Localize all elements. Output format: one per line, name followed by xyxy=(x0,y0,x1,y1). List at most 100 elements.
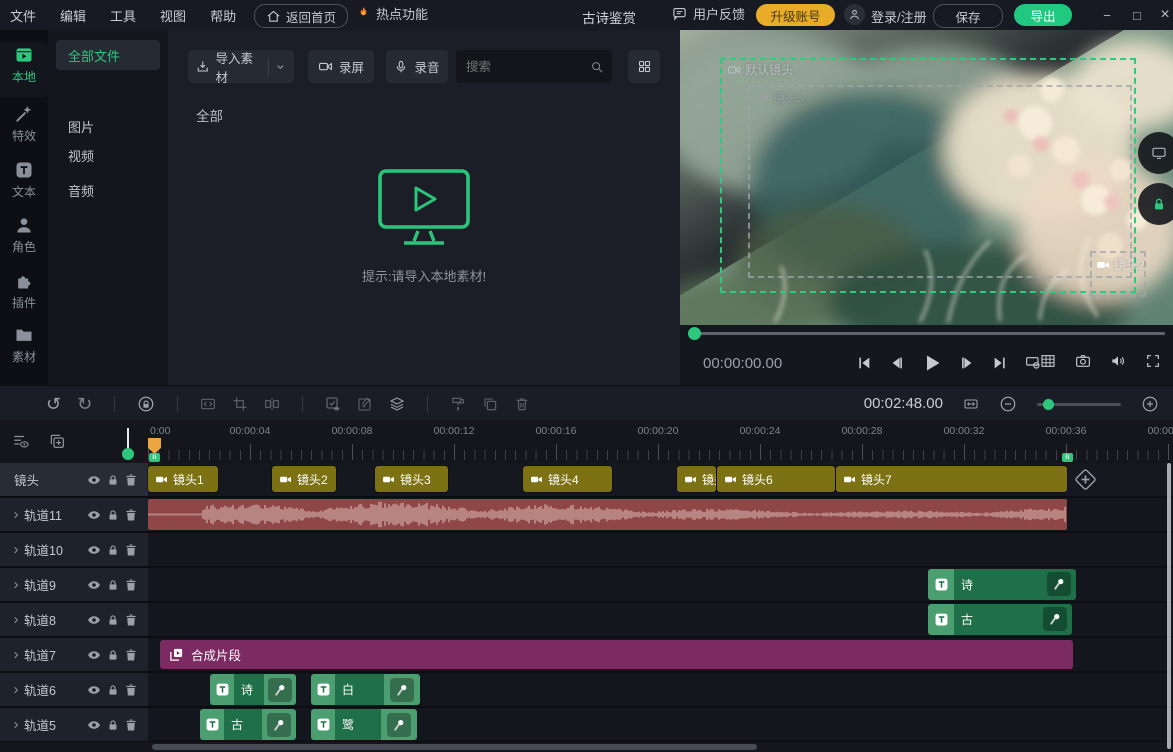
eye-icon[interactable] xyxy=(87,683,101,697)
track-manage-icon[interactable] xyxy=(12,432,30,450)
window-minimize-button[interactable]: − xyxy=(1094,0,1120,30)
text-clip[interactable]: 古 xyxy=(928,604,1072,635)
shot-clip[interactable]: 镜头2 xyxy=(272,466,336,492)
chevron-right-icon[interactable]: › xyxy=(8,716,24,733)
lock-icon[interactable] xyxy=(106,473,120,487)
record-keyframe-icon[interactable] xyxy=(137,395,155,413)
account-avatar[interactable] xyxy=(844,4,865,25)
trash-icon[interactable] xyxy=(124,648,138,662)
timeline-lane[interactable]: 诗 白 xyxy=(148,673,1173,706)
skip-start-icon[interactable] xyxy=(856,355,872,371)
chevron-right-icon[interactable]: › xyxy=(8,646,24,663)
login-register-button[interactable]: 登录/注册 xyxy=(871,7,927,26)
lock-icon[interactable] xyxy=(106,683,120,697)
window-maximize-button[interactable]: □ xyxy=(1124,0,1150,30)
category-images[interactable]: 图片 xyxy=(68,117,94,136)
trash-icon[interactable] xyxy=(124,543,138,557)
track-header-row[interactable]: › 轨道8 xyxy=(0,603,148,636)
playhead-handle[interactable] xyxy=(122,448,134,460)
track-header-row[interactable]: › 轨道9 xyxy=(0,568,148,601)
clip-left-handle[interactable] xyxy=(928,569,954,600)
timeline-lane[interactable]: 古 鹭 xyxy=(148,708,1173,741)
compound-clip[interactable]: 合成片段 xyxy=(160,640,1073,669)
delete-icon[interactable] xyxy=(514,396,530,412)
category-videos[interactable]: 视频 xyxy=(68,146,94,165)
shot5-frame[interactable] xyxy=(748,85,1132,278)
track-header-row[interactable]: › 轨道5 xyxy=(0,708,148,741)
skip-end-icon[interactable] xyxy=(992,355,1008,371)
chevron-right-icon[interactable]: › xyxy=(8,541,24,558)
track-header-row[interactable]: › 轨道6 xyxy=(0,673,148,706)
menu-view[interactable]: 视图 xyxy=(160,6,186,25)
track-header-row[interactable]: 镜头 xyxy=(0,463,148,496)
search-box[interactable] xyxy=(456,50,612,83)
clip-left-handle[interactable] xyxy=(200,709,224,740)
lock-icon[interactable] xyxy=(106,508,120,522)
timeline-ruler[interactable]: 0:00 00:00:04 00:00:08 00:00:12 00:00:16… xyxy=(148,420,1173,463)
fit-timeline-icon[interactable] xyxy=(963,396,979,412)
lock-icon[interactable] xyxy=(106,578,120,592)
export-button[interactable]: 导出 xyxy=(1014,4,1072,26)
import-media-button[interactable]: 导入素材 xyxy=(188,50,294,83)
grid-view-button[interactable] xyxy=(628,50,660,83)
seekbar-track[interactable] xyxy=(697,332,1165,335)
trash-icon[interactable] xyxy=(124,473,138,487)
text-clip[interactable]: 诗 xyxy=(928,569,1076,600)
lock-icon[interactable] xyxy=(106,613,120,627)
clip-right-handle[interactable] xyxy=(384,674,420,705)
shot-clip[interactable]: 镜头1 xyxy=(148,466,218,492)
zoom-out-icon[interactable] xyxy=(999,395,1017,413)
text-clip[interactable]: 诗 xyxy=(210,674,296,705)
preview-canvas[interactable]: 默认镜头 镜头5 镜头2 xyxy=(680,30,1173,325)
chevron-right-icon[interactable]: › xyxy=(8,506,24,523)
feedback-button[interactable]: 用户反馈 xyxy=(672,4,745,23)
hscrollbar-thumb[interactable] xyxy=(152,744,757,750)
add-track-icon[interactable] xyxy=(48,432,66,450)
text-clip[interactable]: 古 xyxy=(200,709,296,740)
timeline-lane[interactable]: 诗 xyxy=(148,568,1173,601)
clip-animation-button[interactable] xyxy=(267,713,291,737)
edit-icon[interactable] xyxy=(357,396,373,412)
lock-icon[interactable] xyxy=(106,543,120,557)
clip-animation-button[interactable] xyxy=(390,678,414,702)
render-brush-icon[interactable] xyxy=(450,396,466,412)
sidebar-item-assets[interactable]: 素材 xyxy=(0,322,48,377)
chevron-right-icon[interactable]: › xyxy=(8,611,24,628)
sidebar-item-plugins[interactable]: 插件 xyxy=(0,268,48,323)
record-screen-button[interactable]: 录屏 xyxy=(308,50,374,83)
filter-all-label[interactable]: 全部 xyxy=(196,105,223,125)
trash-icon[interactable] xyxy=(124,578,138,592)
timeline-lane[interactable]: 合成片段 xyxy=(148,638,1173,671)
menu-edit[interactable]: 编辑 xyxy=(60,6,86,25)
shot-clip[interactable]: 镜头5 xyxy=(677,466,716,492)
clip-left-handle[interactable] xyxy=(311,674,335,705)
hot-features-button[interactable]: 热点功能 xyxy=(356,4,428,23)
track-header-row[interactable]: › 轨道11 xyxy=(0,498,148,531)
eye-icon[interactable] xyxy=(87,613,101,627)
upgrade-account-button[interactable]: 升级账号 xyxy=(756,4,835,26)
frame-forward-icon[interactable] xyxy=(959,355,975,371)
redo-button[interactable]: ↻ xyxy=(77,395,92,413)
sidebar-item-local[interactable]: 本地 xyxy=(0,42,48,97)
frame-back-icon[interactable] xyxy=(889,355,905,371)
copy-icon[interactable] xyxy=(482,396,498,412)
chevron-right-icon[interactable]: › xyxy=(8,681,24,698)
composition-grid-icon[interactable] xyxy=(1040,353,1056,369)
clip-right-handle[interactable] xyxy=(381,709,417,740)
trash-icon[interactable] xyxy=(124,613,138,627)
volume-icon[interactable] xyxy=(1110,353,1126,369)
timeline-lane[interactable] xyxy=(148,533,1173,566)
timeline-lane[interactable]: 古 xyxy=(148,603,1173,636)
zoom-slider-handle[interactable] xyxy=(1043,399,1054,410)
lock-icon[interactable] xyxy=(106,718,120,732)
clip-animation-button[interactable] xyxy=(268,678,292,702)
sidebar-item-character[interactable]: 角色 xyxy=(0,212,48,267)
clip-right-handle[interactable] xyxy=(264,674,296,705)
shot-clip[interactable]: 镜头4 xyxy=(523,466,612,492)
clip-left-handle[interactable] xyxy=(311,709,335,740)
clip-animation-button[interactable] xyxy=(1043,607,1067,631)
eye-icon[interactable] xyxy=(87,508,101,522)
eye-icon[interactable] xyxy=(87,543,101,557)
save-button[interactable]: 保存 xyxy=(933,4,1003,28)
text-clip[interactable]: 白 xyxy=(311,674,420,705)
